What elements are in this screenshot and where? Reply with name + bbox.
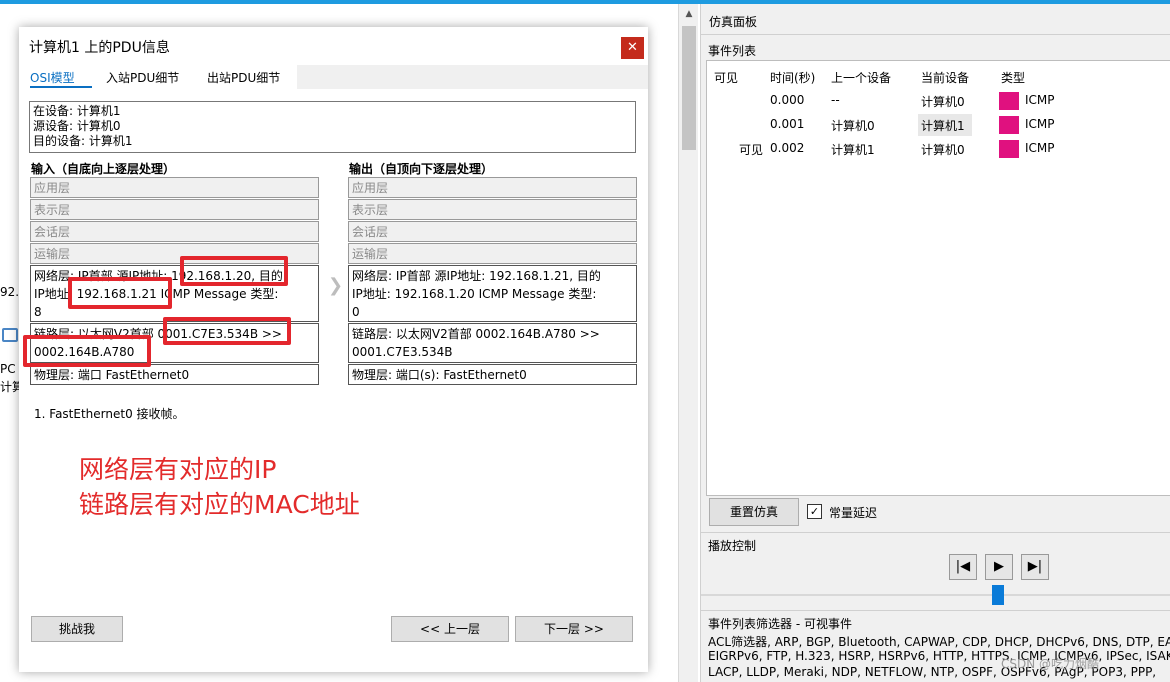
constant-delay-label: 常量延迟 [829,506,878,520]
processing-step-text: 1. FastEthernet0 接收帧。 [34,407,185,421]
filter-list-line[interactable]: EIGRPv6, FTP, H.323, HSRP, HSRPv6, HTTP,… [708,649,1170,663]
output-layer-session[interactable]: 会话层 [348,221,637,242]
tab-outbound-pdu[interactable]: 出站PDU细节 [207,69,280,86]
chevron-right-icon: ❯ [328,275,344,296]
next-layer-button[interactable]: 下一层 >> [515,616,633,642]
highlight-src-ip [180,256,288,286]
output-layer-physical[interactable]: 物理层: 端口(s): FastEthernet0 [348,364,637,385]
icmp-color-swatch [999,116,1019,134]
close-icon[interactable]: ✕ [621,37,644,59]
dialog-title: 计算机1 上的PDU信息 [29,40,170,56]
input-layer-physical[interactable]: 物理层: 端口 FastEthernet0 [30,364,319,385]
column-time: 时间(秒) [770,71,816,85]
column-type: 类型 [1001,71,1026,85]
icmp-color-swatch [999,92,1019,110]
output-layer-presentation[interactable]: 表示层 [348,199,637,220]
play-icon[interactable]: ▶ [985,554,1013,580]
slider-thumb[interactable] [992,585,1004,605]
output-layer-datalink[interactable]: 链路层: 以太网V2首部 0002.164B.A780 >> 0001.C7E3… [348,323,637,363]
highlight-dst-mac [23,335,151,367]
event-list-label: 事件列表 [708,44,757,58]
device-info-box: 在设备: 计算机1 源设备: 计算机0 目的设备: 计算机1 [29,101,636,153]
scroll-up-icon[interactable]: ▲ [679,6,699,22]
annotation-ip-note: 网络层有对应的IP [79,455,277,484]
tab-osi-model[interactable]: OSI模型 [30,69,75,86]
input-layer-application[interactable]: 应用层 [30,177,319,198]
output-layer-application[interactable]: 应用层 [348,177,637,198]
event-list-table: 可见 时间(秒) 上一个设备 当前设备 类型 0.000 -- 计算机0 ICM… [706,60,1170,496]
source-device-line: 源设备: 计算机0 [33,119,121,133]
workspace-scrollbar[interactable]: ▲ [678,4,698,682]
event-row[interactable]: 0.000 -- 计算机0 ICMP [707,90,1170,112]
annotation-mac-note: 链路层有对应的MAC地址 [79,490,360,519]
event-row[interactable]: 0.001 计算机0 计算机1 ICMP [707,114,1170,136]
column-current-device: 当前设备 [921,71,970,85]
input-layer-presentation[interactable]: 表示层 [30,199,319,220]
output-layer-transport[interactable]: 运输层 [348,243,637,264]
at-device-line: 在设备: 计算机1 [33,104,121,118]
step-back-icon[interactable]: |◀ [949,554,977,580]
event-row[interactable]: 可见 0.002 计算机1 计算机0 ICMP [707,138,1170,160]
tab-inbound-pdu[interactable]: 入站PDU细节 [106,69,179,86]
step-forward-icon[interactable]: ▶| [1021,554,1049,580]
input-layer-session[interactable]: 会话层 [30,221,319,242]
dest-device-line: 目的设备: 计算机1 [33,134,133,148]
event-filter-title: 事件列表筛选器 - 可视事件 [708,617,852,631]
playback-speed-slider[interactable] [701,594,1170,596]
column-last-device: 上一个设备 [831,71,892,85]
reset-simulation-button[interactable]: 重置仿真 [709,498,799,526]
filter-list-line[interactable]: ACL筛选器, ARP, BGP, Bluetooth, CAPWAP, CDP… [708,633,1170,650]
scrollbar-thumb[interactable] [682,26,696,150]
dialog-tabs: OSI模型 入站PDU细节 出站PDU细节 [19,65,648,89]
sim-panel-title: 仿真面板 [709,15,758,29]
constant-delay-checkbox[interactable]: ✓ [807,504,822,519]
previous-layer-button[interactable]: << 上一层 [391,616,509,642]
output-column-header: 输出（自顶向下逐层处理） [349,162,494,176]
background-pc-label: PC [0,362,16,376]
challenge-me-button[interactable]: 挑战我 [31,616,123,642]
active-tab-indicator [30,86,92,88]
column-visible: 可见 [714,71,739,85]
output-layer-network[interactable]: 网络层: IP首部 源IP地址: 192.168.1.21, 目的 IP地址: … [348,265,637,322]
highlight-src-mac [163,317,291,345]
watermark-text: CSDN @吃力烟酷 [1001,657,1100,671]
highlight-dst-ip [68,277,172,309]
pc-device-icon [2,328,18,342]
simulation-panel: 仿真面板 事件列表 可见 时间(秒) 上一个设备 当前设备 类型 0.000 -… [700,4,1170,682]
input-column-header: 输入（自底向上逐层处理） [31,162,176,176]
playback-control-label: 播放控制 [708,539,757,553]
icmp-color-swatch [999,140,1019,158]
